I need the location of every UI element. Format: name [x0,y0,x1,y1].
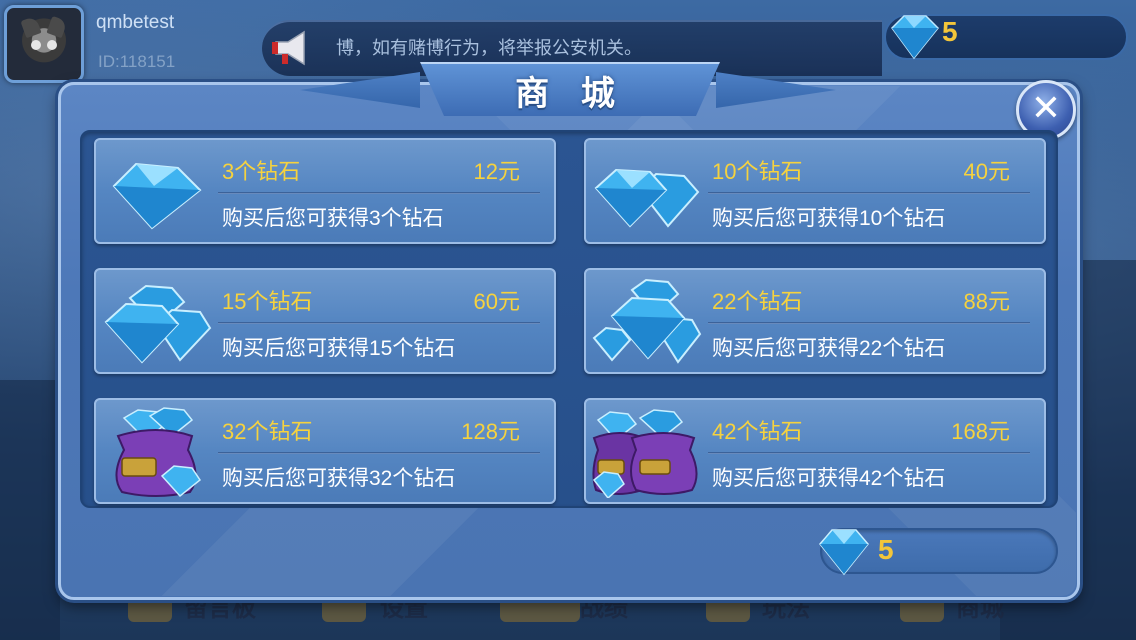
item-price: 168元 [951,419,1010,444]
diamond-bags-icon [592,409,698,498]
diamond-group-icon [104,284,212,364]
diamond-bag-icon [115,407,202,498]
shop-item-10-diamonds[interactable]: 10个钻石 40元 购买后您可获得10个钻石 [584,138,1046,244]
item-divider [708,192,1030,194]
shop-balance-count: 5 [878,534,894,565]
item-price: 88元 [963,289,1010,314]
item-price: 128元 [461,419,520,444]
megaphone-icon [272,30,305,66]
diamond-icon [891,15,940,60]
shop-item-15-diamonds[interactable]: 15个钻石 60元 购买后您可获得15个钻石 [94,268,556,374]
shop-item-42-diamonds[interactable]: 42个钻石 168元 购买后您可获得42个钻石 [584,398,1046,504]
item-divider [218,452,540,454]
diamond-icon [819,529,869,576]
diamond-count: 5 [942,16,958,47]
announcement-text: 博，如有赌博行为，将举报公安机关。 [336,38,642,59]
item-name: 10个钻石 [712,159,803,184]
diamond-single-icon [112,162,202,230]
background-building [0,380,60,640]
item-name: 32个钻石 [222,419,313,444]
item-name: 22个钻石 [712,289,803,314]
shop-item-3-diamonds[interactable]: 3个钻石 12元 购买后您可获得3个钻石 [94,138,556,244]
item-description: 购买后您可获得42个钻石 [712,467,946,490]
item-description: 购买后您可获得22个钻石 [712,337,946,360]
item-price: 60元 [473,289,520,314]
avatar[interactable] [4,5,84,83]
item-price: 40元 [963,159,1010,184]
item-description: 购买后您可获得32个钻石 [222,467,456,490]
shop-item-32-diamonds[interactable]: 32个钻石 128元 购买后您可获得32个钻石 [94,398,556,504]
item-name: 15个钻石 [222,289,313,314]
diamond-pile-icon [592,278,702,364]
dialog-title: 商 城 [515,74,625,114]
item-divider [708,322,1030,324]
item-divider [708,452,1030,454]
item-description: 购买后您可获得3个钻石 [222,207,444,230]
item-description: 购买后您可获得15个钻石 [222,337,456,360]
item-divider [218,322,540,324]
shop-item-22-diamonds[interactable]: 22个钻石 88元 购买后您可获得22个钻石 [584,268,1046,374]
user-id: ID:118151 [98,52,176,71]
item-divider [218,192,540,194]
item-description: 购买后您可获得10个钻石 [712,207,946,230]
item-price: 12元 [473,159,520,184]
username: qmbetest [96,12,175,33]
diamond-pair-icon [594,168,700,228]
item-name: 42个钻石 [712,419,803,444]
item-name: 3个钻石 [222,159,301,184]
